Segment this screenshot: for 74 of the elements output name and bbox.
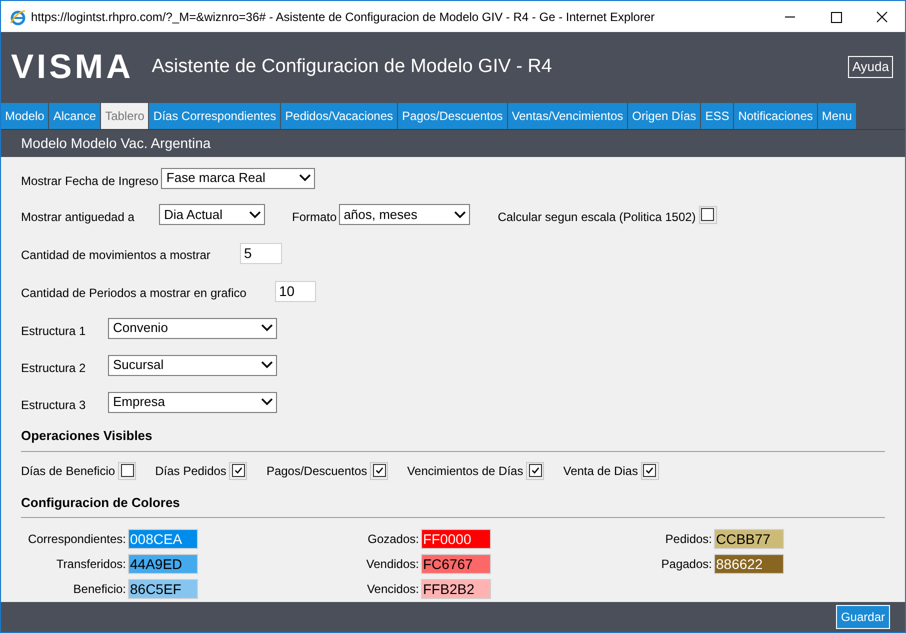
field-label: Estructura 2 [21, 360, 87, 377]
chevron-down-icon [299, 174, 312, 182]
color-field[interactable]: CCBB77 [714, 529, 784, 549]
tab[interactable]: Menu [818, 103, 856, 129]
tab[interactable]: Modelo [1, 103, 48, 129]
check-icon [530, 466, 540, 475]
tab[interactable]: ESS [701, 103, 734, 129]
dropdown[interactable]: Sucursal [108, 354, 277, 376]
window-title: https://logintst.rhpro.com/?_M=&wiznro=36# - Asistente de Configuracion de Modelo GIV - R4 - Ge - Internet Explorer [31, 8, 655, 26]
dropdown[interactable]: Dia Actual [159, 204, 265, 225]
save-button[interactable]: Guardar [836, 605, 890, 629]
tab[interactable]: Ventas/Vencimientos [508, 103, 628, 129]
field-label: Días Pedidos [155, 462, 226, 480]
tab[interactable]: Días Correspondientes [149, 103, 280, 129]
field-label: Transferidos: [55, 556, 127, 573]
checkbox[interactable] [640, 462, 659, 480]
color-field[interactable]: 44A9ED [128, 554, 198, 574]
dropdown[interactable]: Fase marca Real [161, 168, 316, 188]
browser-icon [9, 8, 27, 26]
tab[interactable]: Pagos/Descuentos [398, 103, 507, 129]
chevron-down-icon [261, 398, 273, 406]
dropdown[interactable]: Convenio [108, 318, 277, 338]
field-label: Correspondientes: [26, 531, 127, 548]
check-icon [234, 466, 243, 475]
field-label: Cantidad de movimientos a mostrar [21, 247, 212, 264]
checkbox[interactable] [698, 206, 717, 224]
field-label: Mostrar Fecha de Ingreso [21, 173, 158, 190]
field-label: Venta de Dias [563, 462, 638, 480]
field-label: Pagos/Descuentos [266, 462, 368, 480]
field-label: Días de Beneficio [21, 462, 116, 480]
check-icon [374, 466, 384, 475]
logo: VISMA [11, 46, 134, 88]
tab[interactable]: Pedidos/Vacaciones [281, 103, 398, 129]
color-field[interactable]: FC6767 [421, 554, 491, 574]
color-field[interactable]: 886622 [714, 554, 784, 574]
input-field[interactable]: 10 [275, 280, 316, 302]
checkbox[interactable] [229, 462, 248, 480]
field-label: Formato [292, 209, 337, 226]
checkbox[interactable] [370, 462, 388, 480]
field-label: Vencidos: [366, 581, 420, 598]
checkbox[interactable] [526, 462, 544, 480]
section-title: Configuracion de Colores [21, 494, 180, 510]
field-label: Beneficio: [72, 581, 127, 598]
color-field[interactable]: 008CEA [128, 529, 198, 549]
chevron-down-icon [249, 210, 261, 218]
color-field[interactable]: 86C5EF [128, 579, 198, 599]
field-label: Pagados: [660, 556, 713, 573]
color-field[interactable]: FFB2B2 [421, 579, 491, 599]
tab[interactable]: Alcance [49, 103, 100, 129]
field-label: Cantidad de Periodos a mostrar en grafico [21, 285, 248, 302]
input-field[interactable]: 5 [240, 242, 282, 264]
model-name: Modelo Modelo Vac. Argentina [21, 134, 211, 153]
field-label: Vencimientos de Días [407, 462, 524, 480]
field-label: Calcular segun escala (Politica 1502) [498, 209, 696, 226]
color-field[interactable]: FF0000 [421, 529, 491, 549]
field-label: Gozados: [366, 531, 420, 548]
chevron-down-icon [261, 361, 273, 369]
help-button[interactable]: Ayuda [848, 56, 893, 78]
page-title: Asistente de Configuracion de Modelo GIV - R4 [152, 54, 552, 79]
checkbox[interactable] [118, 462, 136, 480]
field-label: Pedidos: [664, 531, 713, 548]
tab[interactable]: Tablero [101, 103, 148, 129]
section-title: Operaciones Visibles [21, 428, 152, 443]
field-label: Estructura 3 [21, 397, 87, 414]
dropdown[interactable]: años, meses [338, 204, 470, 225]
tab[interactable]: Notificaciones [734, 103, 817, 129]
dropdown[interactable]: Empresa [108, 392, 277, 412]
check-icon [645, 466, 654, 475]
field-label: Estructura 1 [21, 323, 87, 340]
field-label: Vendidos: [365, 556, 420, 573]
tab[interactable]: Origen Días [628, 103, 700, 129]
chevron-down-icon [261, 324, 273, 332]
chevron-down-icon [454, 210, 466, 218]
field-label: Mostrar antiguedad a [21, 209, 136, 226]
